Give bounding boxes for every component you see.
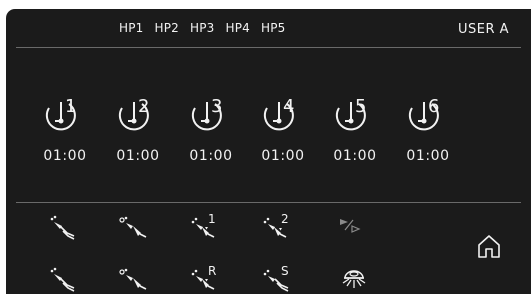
timer-1[interactable]: 1 01:00 [35,92,95,172]
timer-number: 6 [428,98,439,117]
timer-number: 2 [138,98,149,117]
timer-number: 1 [65,98,76,117]
timer-3[interactable]: 3 01:00 [181,92,241,172]
handpiece-tabs: HP1 HP2 HP3 HP4 HP5 [119,21,297,35]
timer-value: 01:00 [406,148,450,164]
timer-clock-icon: 4 [263,98,294,131]
tab-hp1[interactable]: HP1 [119,21,144,35]
bottom-divider [16,202,521,203]
handpiece-1-label: 1 [208,212,216,226]
timer-value: 01:00 [333,148,377,164]
timer-clock-icon: 2 [118,98,149,131]
handpiece-r-label: R [208,264,216,278]
light-icon [342,270,366,288]
timer-number: 5 [355,98,366,117]
top-divider [16,47,521,48]
timer-clock-icon: 6 [408,98,439,131]
home-button[interactable] [476,233,502,259]
tab-hp5[interactable]: HP5 [261,21,286,35]
handpiece-mode-3-button[interactable]: 1 [190,212,224,240]
handpiece-mode-7-button[interactable]: R [190,264,224,294]
timer-2[interactable]: 2 01:00 [108,92,168,172]
tab-hp2[interactable]: HP2 [155,21,180,35]
handpiece-mode-6-button[interactable] [119,266,149,292]
tab-hp3[interactable]: HP3 [190,21,215,35]
handpiece-mode-2-button[interactable] [119,214,149,240]
timer-value: 01:00 [43,148,87,164]
play-step-button[interactable] [339,216,367,236]
home-icon [478,235,500,258]
light-button[interactable] [340,268,368,294]
handpiece-icon [50,215,75,240]
handpiece-2-label: 2 [281,212,289,226]
user-label[interactable]: USER A [458,22,509,37]
handpiece-s-icon: S [263,264,289,292]
timer-row: 1 01:00 2 01:00 3 01:00 4 01:00 5 01:00 … [6,92,531,172]
timer-clock-icon: 5 [335,98,366,131]
tab-hp4[interactable]: HP4 [226,21,251,35]
handpiece-2-icon: 2 [263,212,289,238]
handpiece-mode-1-button[interactable] [48,214,78,240]
timer-number: 3 [211,98,222,117]
handpiece-icon [50,267,75,292]
handpiece-1-icon: 1 [191,212,216,238]
handpiece-mode-8-button[interactable]: S [262,264,296,294]
timer-number: 4 [283,98,294,117]
timer-value: 01:00 [261,148,305,164]
handpiece-alt-icon [119,268,147,290]
timer-value: 01:00 [116,148,160,164]
timer-4[interactable]: 4 01:00 [253,92,313,172]
handpiece-s-label: S [281,264,289,278]
handpiece-mode-5-button[interactable] [48,266,78,292]
handpiece-alt-icon [119,216,147,238]
timer-6[interactable]: 6 01:00 [398,92,458,172]
handpiece-mode-4-button[interactable]: 2 [262,212,296,240]
timer-clock-icon: 1 [45,98,76,131]
timer-clock-icon: 3 [191,98,222,131]
timer-value: 01:00 [189,148,233,164]
handpiece-r-icon: R [191,264,216,290]
device-screen: HP1 HP2 HP3 HP4 HP5 USER A 1 01:00 2 01:… [6,9,531,294]
top-bar: HP1 HP2 HP3 HP4 HP5 USER A [6,9,531,47]
timer-5[interactable]: 5 01:00 [325,92,385,172]
play-step-icon [340,219,361,233]
